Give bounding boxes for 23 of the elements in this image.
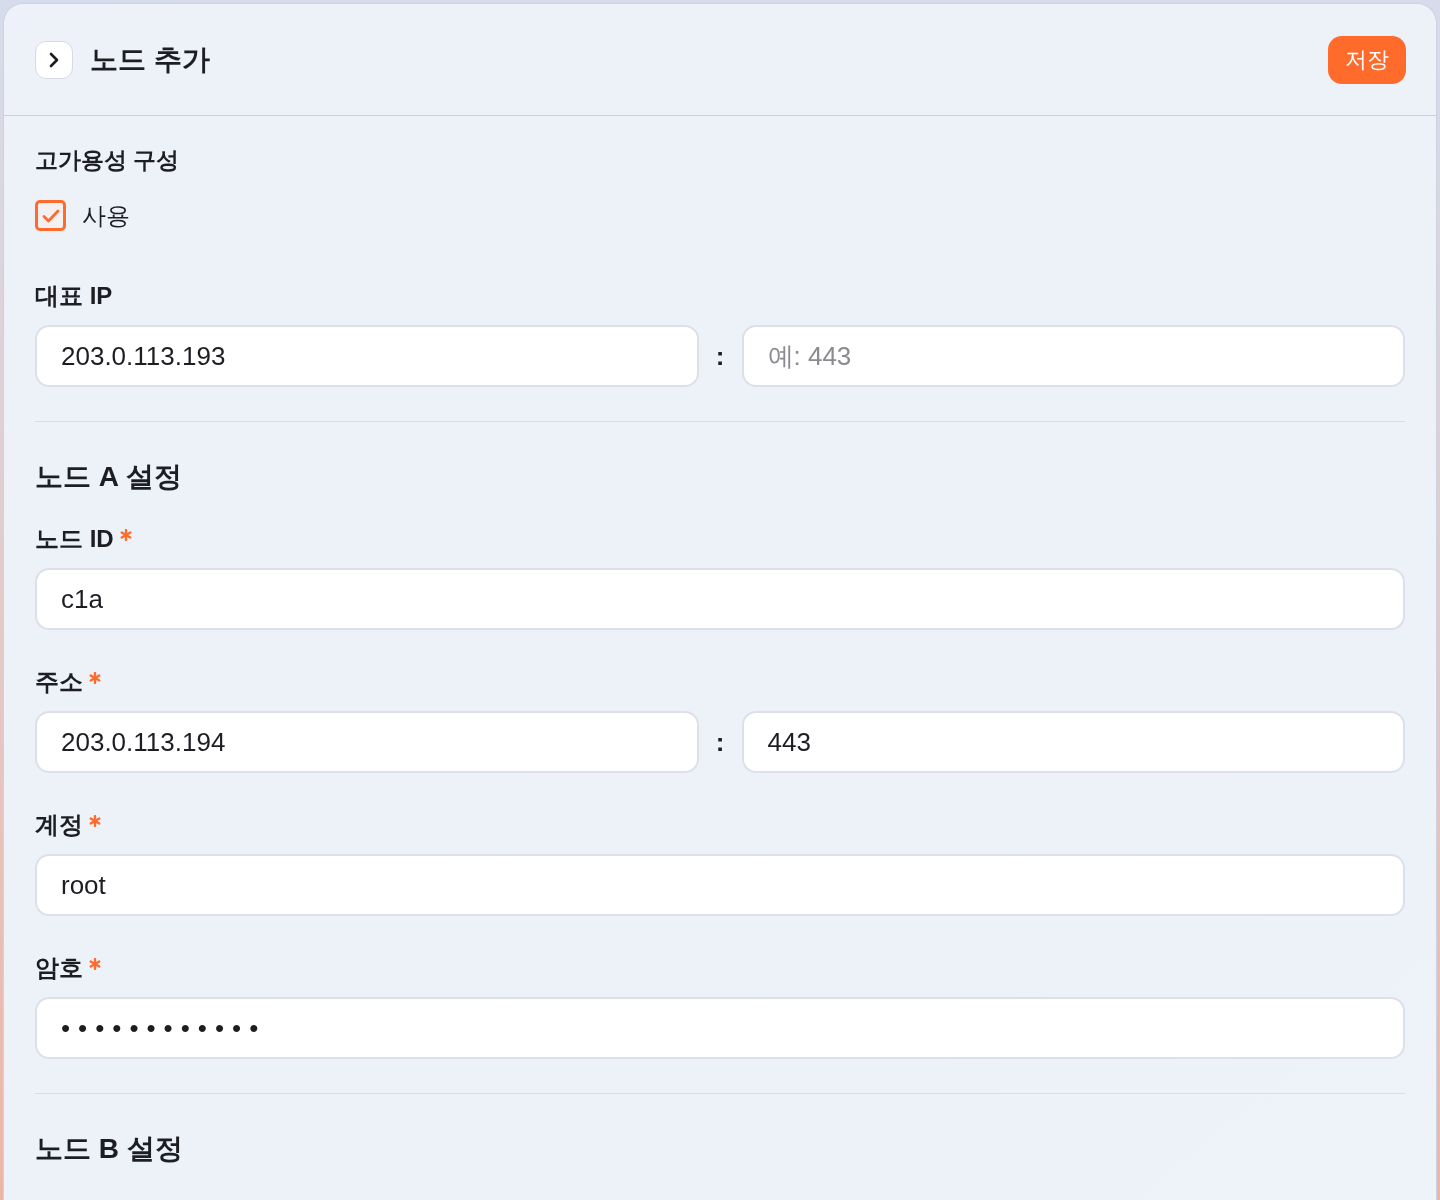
field-label: 주소 [35,667,83,697]
port-field[interactable]: 예: 443 [741,325,1405,387]
field-label: 노드 ID [35,524,114,554]
port-field[interactable]: 443 [741,711,1405,773]
host-field[interactable]: 203.0.113.194 [35,711,699,773]
field-label: 암호 [35,953,83,983]
colon-separator: : [715,341,725,371]
checkmark-icon [41,208,60,223]
host-field[interactable]: 203.0.113.193 [35,325,699,387]
section-title: 노드 B 설정 [35,1132,183,1166]
field-label: 대표 IP [35,281,113,311]
text-field[interactable]: c1a [35,568,1405,630]
section-title: 노드 A 설정 [35,460,182,494]
chevron-right-icon [48,51,60,68]
password-field[interactable]: •••••••••••• [35,997,1405,1059]
field-label: 계정 [35,810,83,840]
section-label: 고가용성 구성 [35,146,180,175]
panel-title: 노드 추가 [90,42,210,77]
checkbox[interactable] [35,200,66,231]
checkbox-label[interactable]: 사용 [82,200,130,231]
expand-button[interactable] [35,40,73,79]
text-field[interactable]: root [35,854,1405,916]
colon-separator: : [715,727,725,757]
